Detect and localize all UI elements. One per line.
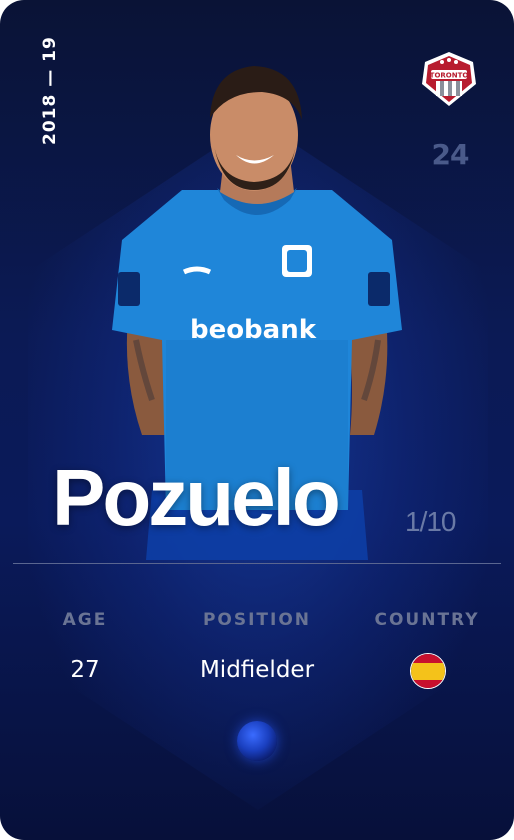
blue-gem-icon	[237, 721, 277, 761]
season-label: 2018 — 19	[40, 36, 60, 145]
position-label: POSITION	[202, 610, 312, 630]
country-label: COUNTRY	[374, 610, 480, 630]
shirt-number: 24	[431, 138, 470, 171]
toronto-fc-crest-icon: TORONTO	[422, 52, 476, 106]
player-name: Pozuelo	[52, 453, 341, 542]
svg-text:TORONTO: TORONTO	[430, 72, 469, 80]
player-card[interactable]: 2018 — 19 TORONTO 24 beobank Pozuelo 1/1…	[0, 0, 514, 840]
spain-flag-icon	[410, 653, 446, 689]
age-label: AGE	[62, 610, 108, 630]
age-value: 27	[70, 657, 100, 683]
shirt-sponsor-text: beobank	[190, 315, 317, 345]
card-serial: 1/10	[405, 506, 456, 537]
divider	[13, 563, 501, 564]
position-value: Midfielder	[199, 657, 315, 683]
